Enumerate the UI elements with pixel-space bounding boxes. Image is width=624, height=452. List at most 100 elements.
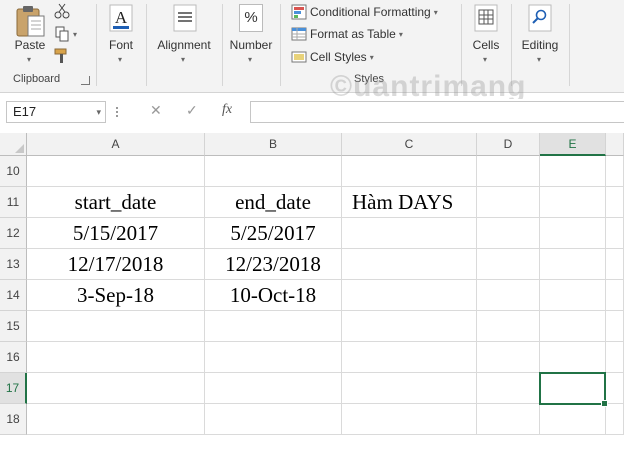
row-header-16[interactable]: 16 xyxy=(0,342,27,373)
cell-c15[interactable] xyxy=(342,311,477,342)
cell-d14[interactable] xyxy=(477,280,540,311)
cell-a13[interactable]: 12/17/2018 xyxy=(27,249,205,280)
cell-c11[interactable]: Hàm DAYS xyxy=(342,187,477,218)
copy-icon[interactable] xyxy=(54,26,70,45)
cell-overflow[interactable] xyxy=(606,404,624,435)
name-box[interactable]: E17 ▾ xyxy=(6,101,106,123)
cancel-button[interactable]: ✕ xyxy=(150,102,162,119)
cell-overflow[interactable] xyxy=(606,280,624,311)
cell-b12[interactable]: 5/25/2017 xyxy=(205,218,342,249)
cell-a14[interactable]: 3-Sep-18 xyxy=(27,280,205,311)
cells-icon[interactable] xyxy=(474,4,498,35)
fill-handle[interactable] xyxy=(601,400,608,407)
cell-e14[interactable] xyxy=(540,280,606,311)
cell-a17[interactable] xyxy=(27,373,205,404)
cell-b18[interactable] xyxy=(205,404,342,435)
column-header-a[interactable]: A xyxy=(27,133,205,156)
cells-button-label[interactable]: Cells xyxy=(462,38,510,52)
cell-e11[interactable] xyxy=(540,187,606,218)
cell-overflow[interactable] xyxy=(606,156,624,187)
cell-e16[interactable] xyxy=(540,342,606,373)
number-dropdown-icon[interactable]: ▾ xyxy=(248,55,252,64)
number-button-label[interactable]: Number xyxy=(223,38,279,52)
cell-d18[interactable] xyxy=(477,404,540,435)
cell-d13[interactable] xyxy=(477,249,540,280)
cell-c13[interactable] xyxy=(342,249,477,280)
alignment-icon[interactable] xyxy=(173,4,197,35)
cell-overflow[interactable] xyxy=(606,311,624,342)
column-header-e[interactable]: E xyxy=(540,133,606,156)
row-header-11[interactable]: 11 xyxy=(0,187,27,218)
cell-e18[interactable] xyxy=(540,404,606,435)
cell-b17[interactable] xyxy=(205,373,342,404)
alignment-dropdown-icon[interactable]: ▾ xyxy=(181,55,185,64)
cell-c16[interactable] xyxy=(342,342,477,373)
font-icon[interactable]: A xyxy=(109,4,133,35)
cell-d16[interactable] xyxy=(477,342,540,373)
cell-c12[interactable] xyxy=(342,218,477,249)
cell-a16[interactable] xyxy=(27,342,205,373)
cell-styles-button[interactable]: Cell Styles ▾ xyxy=(291,47,374,67)
cell-overflow[interactable] xyxy=(606,373,624,404)
chevron-down-icon[interactable]: ▾ xyxy=(96,102,101,122)
cells-dropdown-icon[interactable]: ▾ xyxy=(483,55,487,64)
column-header-b[interactable]: B xyxy=(205,133,342,156)
editing-button-label[interactable]: Editing xyxy=(512,38,568,52)
cell-a11[interactable]: start_date xyxy=(27,187,205,218)
cell-overflow[interactable] xyxy=(606,187,624,218)
cell-b16[interactable] xyxy=(205,342,342,373)
cell-overflow[interactable] xyxy=(606,249,624,280)
column-header-d[interactable]: D xyxy=(477,133,540,156)
paste-dropdown-icon[interactable]: ▾ xyxy=(27,55,31,64)
enter-button[interactable]: ✓ xyxy=(186,102,198,119)
cell-c18[interactable] xyxy=(342,404,477,435)
formula-input[interactable] xyxy=(250,101,624,123)
active-cell-selection[interactable] xyxy=(539,372,608,407)
cell-d12[interactable] xyxy=(477,218,540,249)
cell-b13[interactable]: 12/23/2018 xyxy=(205,249,342,280)
cell-b15[interactable] xyxy=(205,311,342,342)
editing-dropdown-icon[interactable]: ▾ xyxy=(537,55,541,64)
row-header-14[interactable]: 14 xyxy=(0,280,27,311)
alignment-button-label[interactable]: Alignment xyxy=(147,38,221,52)
column-header-c[interactable]: C xyxy=(342,133,477,156)
row-header-15[interactable]: 15 xyxy=(0,311,27,342)
row-header-12[interactable]: 12 xyxy=(0,218,27,249)
paste-button-label[interactable]: Paste xyxy=(14,38,46,52)
cell-a18[interactable] xyxy=(27,404,205,435)
row-header-13[interactable]: 13 xyxy=(0,249,27,280)
copy-dropdown-icon[interactable]: ▾ xyxy=(73,30,77,39)
font-button-label[interactable]: Font xyxy=(97,38,145,52)
cell-e10[interactable] xyxy=(540,156,606,187)
cell-a12[interactable]: 5/15/2017 xyxy=(27,218,205,249)
format-painter-icon[interactable] xyxy=(54,48,72,67)
cell-b11[interactable]: end_date xyxy=(205,187,342,218)
cell-d10[interactable] xyxy=(477,156,540,187)
cell-e13[interactable] xyxy=(540,249,606,280)
row-header-10[interactable]: 10 xyxy=(0,156,27,187)
format-as-table-button[interactable]: Format as Table ▾ xyxy=(291,24,403,44)
cell-a15[interactable] xyxy=(27,311,205,342)
cell-c14[interactable] xyxy=(342,280,477,311)
cell-b14[interactable]: 10-Oct-18 xyxy=(205,280,342,311)
font-dropdown-icon[interactable]: ▾ xyxy=(118,55,122,64)
cell-d15[interactable] xyxy=(477,311,540,342)
clipboard-launcher-icon[interactable] xyxy=(81,76,90,85)
conditional-formatting-button[interactable]: Conditional Formatting ▾ xyxy=(291,2,438,22)
column-header-next[interactable] xyxy=(606,133,624,156)
cut-icon[interactable] xyxy=(54,3,70,22)
cell-b10[interactable] xyxy=(205,156,342,187)
search-icon[interactable] xyxy=(528,4,552,35)
select-all-button[interactable] xyxy=(0,133,27,156)
cell-c17[interactable] xyxy=(342,373,477,404)
cell-overflow[interactable] xyxy=(606,218,624,249)
cell-overflow[interactable] xyxy=(606,342,624,373)
cell-e12[interactable] xyxy=(540,218,606,249)
row-header-17[interactable]: 17 xyxy=(0,373,27,404)
cell-d11[interactable] xyxy=(477,187,540,218)
cell-e15[interactable] xyxy=(540,311,606,342)
cell-d17[interactable] xyxy=(477,373,540,404)
insert-function-button[interactable]: fx xyxy=(222,102,232,118)
resize-handle-icon[interactable] xyxy=(116,107,120,119)
paste-icon[interactable] xyxy=(14,4,48,41)
